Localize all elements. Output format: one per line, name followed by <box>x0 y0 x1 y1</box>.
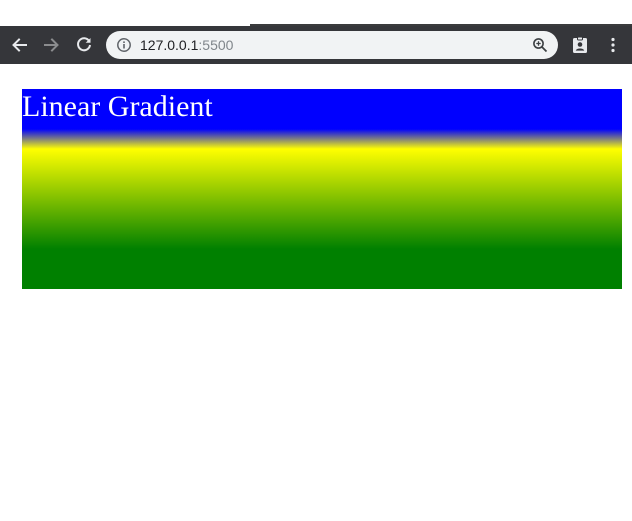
page-heading: Linear Gradient <box>22 90 213 123</box>
page-viewport: Linear Gradient <box>0 64 632 521</box>
profile-icon <box>573 36 587 53</box>
url-port: :5500 <box>198 37 234 53</box>
gradient-box: Linear Gradient <box>22 89 622 289</box>
browser-toolbar: 127.0.0.1:5500 <box>0 26 632 64</box>
back-arrow-icon <box>12 38 27 52</box>
zoom-icon[interactable] <box>532 37 548 53</box>
forward-button[interactable] <box>41 34 63 56</box>
reload-icon <box>77 37 91 52</box>
forward-arrow-icon <box>44 38 59 52</box>
profile-button[interactable] <box>569 34 591 56</box>
kebab-menu-icon <box>611 37 615 53</box>
menu-button[interactable] <box>602 34 624 56</box>
info-icon[interactable] <box>116 37 132 53</box>
address-bar[interactable]: 127.0.0.1:5500 <box>106 31 558 59</box>
back-button[interactable] <box>8 34 30 56</box>
reload-button[interactable] <box>73 34 95 56</box>
address-url[interactable]: 127.0.0.1:5500 <box>140 37 233 53</box>
tab-strip <box>0 0 632 26</box>
url-host: 127.0.0.1 <box>140 37 199 53</box>
